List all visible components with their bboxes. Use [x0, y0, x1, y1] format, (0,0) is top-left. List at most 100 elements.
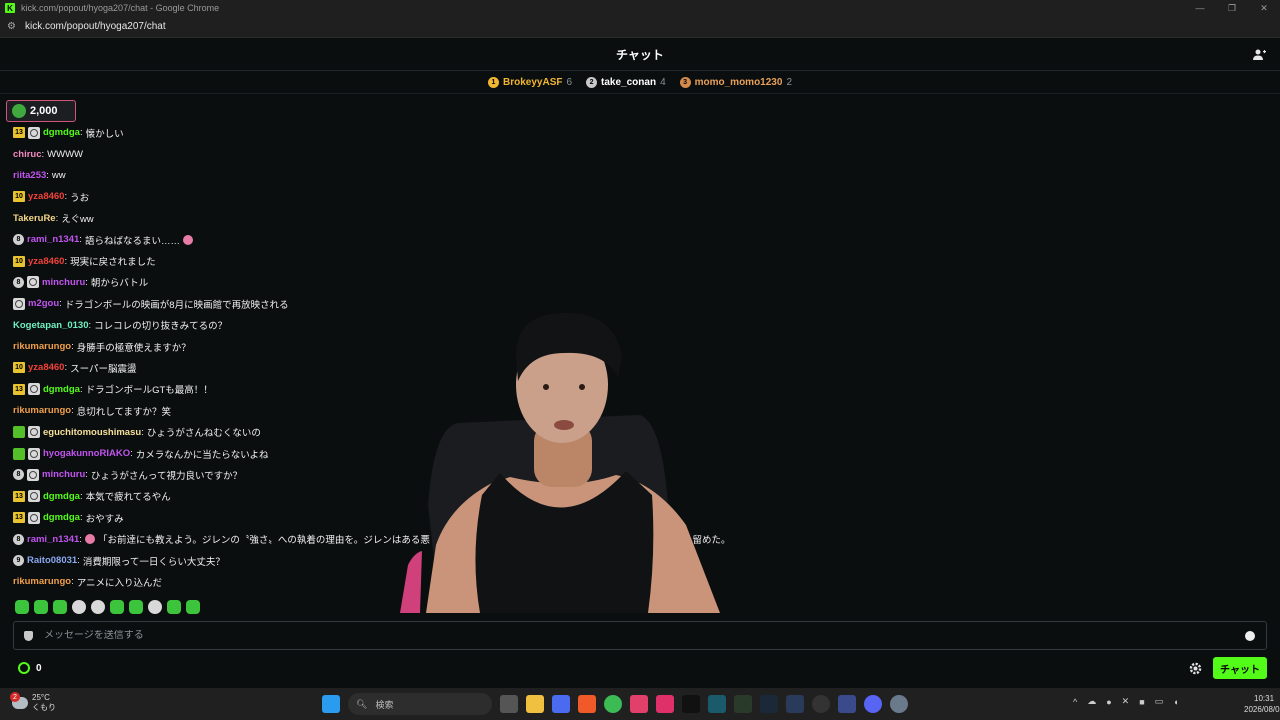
settings-icon[interactable]	[890, 695, 908, 713]
file-explorer-icon[interactable]	[526, 695, 544, 713]
chat-username[interactable]: rami_n1341	[27, 534, 79, 545]
app-icon[interactable]	[838, 695, 856, 713]
user-list-icon[interactable]	[1253, 48, 1266, 61]
username-separator: :	[71, 576, 74, 588]
chat-username[interactable]: yza8460	[28, 191, 64, 202]
emote-icon[interactable]	[110, 600, 124, 614]
app-icon[interactable]	[708, 695, 726, 713]
search-icon: 🔍︎	[356, 698, 368, 709]
chat-username[interactable]: minchuru	[42, 277, 85, 288]
cloud-icon: 2	[10, 692, 28, 709]
streamer-overlay-image	[400, 312, 720, 613]
taskbar-search[interactable]: 🔍︎ 検索	[348, 693, 492, 715]
app-icon[interactable]	[552, 695, 570, 713]
chat-message: TakeruRe: えぐww	[13, 208, 1263, 229]
emote-icon[interactable]	[167, 600, 181, 614]
restore-icon[interactable]: ❐	[1216, 0, 1248, 16]
weather-temp: 25°C	[32, 693, 50, 702]
chat-message: 8 rami_n1341: 語らねばなるまい……	[13, 229, 1263, 250]
windows-taskbar: 2 25°C くもり 🔍︎ 検索 ^ ☁ ● ✕ ■ ▭ ◖ 10:31 202…	[0, 688, 1280, 720]
chat-message: 10 yza8460: 現実に戻されました	[13, 250, 1263, 271]
chat-message-input[interactable]	[44, 630, 1245, 641]
emote-icon[interactable]	[148, 600, 162, 614]
steam-icon[interactable]	[760, 695, 778, 713]
chat-message-text: アニメに入り込んだ	[76, 577, 163, 589]
top-gifter[interactable]: 2 take_conan 4	[586, 77, 666, 88]
brave-browser-icon[interactable]	[578, 695, 596, 713]
address-bar[interactable]: ⚙ kick.com/popout/hyoga207/chat	[0, 16, 1280, 38]
chat-username[interactable]: rikumarungo	[13, 576, 71, 587]
site-info-icon[interactable]: ⚙	[7, 21, 21, 32]
chat-username[interactable]: yza8460	[28, 256, 64, 267]
chat-message-text: 「お前達にも教えよう。ジレンの〝強さ〟への執着の理由を。ジレンはある悪	[97, 535, 430, 547]
network-icon[interactable]: ▭	[1155, 696, 1164, 707]
chat-username[interactable]: rikumarungo	[13, 341, 71, 352]
app-icon[interactable]	[786, 695, 804, 713]
discord-icon[interactable]	[864, 695, 882, 713]
gifter-badge-icon: 8	[13, 276, 24, 288]
username-separator: :	[64, 191, 68, 203]
emote-icon[interactable]	[15, 600, 29, 614]
chat-username[interactable]: hyogakunnoRIAKO	[43, 448, 130, 459]
chat-composer[interactable]	[13, 621, 1267, 650]
send-chat-button[interactable]: チャット	[1213, 657, 1267, 679]
chat-message-text: 身勝手の極意使えますか？	[76, 342, 191, 354]
chat-username[interactable]: dgmdga	[43, 384, 80, 395]
chat-username[interactable]: rami_n1341	[27, 234, 79, 245]
chat-username[interactable]: rikumarungo	[13, 405, 71, 416]
chat-username[interactable]: Kogetapan_0130	[13, 320, 89, 331]
emote-icon[interactable]	[129, 600, 143, 614]
chat-username[interactable]: m2gou	[28, 298, 59, 309]
chat-username[interactable]: Raito08031	[27, 555, 77, 566]
notification-badge: 2	[10, 692, 20, 702]
volume-icon[interactable]: ◖	[1173, 697, 1178, 707]
og-badge-icon	[28, 447, 40, 460]
chat-username[interactable]: riita253	[13, 170, 46, 181]
top-gifter[interactable]: 1 BrokeyyASF 6	[488, 77, 572, 88]
chat-username[interactable]: dgmdga	[43, 127, 80, 138]
clock-time: 10:31	[1254, 694, 1275, 703]
emoji-picker-icon[interactable]	[1245, 630, 1255, 641]
app-tray-icon[interactable]: ■	[1139, 697, 1144, 707]
pinned-goal[interactable]: 2,000	[6, 100, 76, 122]
obs-icon[interactable]	[812, 695, 830, 713]
minimize-icon[interactable]: —	[1184, 0, 1216, 16]
chat-username[interactable]: chiruc	[13, 149, 42, 160]
chat-username[interactable]: minchuru	[42, 469, 85, 480]
gifter-name[interactable]: take_conan	[601, 77, 656, 88]
weather-widget[interactable]: 2 25°C くもり	[10, 692, 56, 713]
system-clock[interactable]: 10:31 2026/08/03	[1244, 693, 1280, 715]
chat-username[interactable]: TakeruRe	[13, 213, 56, 224]
shield-icon[interactable]	[24, 630, 33, 641]
terminal-icon[interactable]	[682, 695, 700, 713]
gear-icon[interactable]	[1189, 662, 1202, 675]
windows-start-icon[interactable]	[322, 695, 340, 713]
emote-icon[interactable]	[91, 600, 105, 614]
task-view-icon[interactable]	[500, 695, 518, 713]
chat-username[interactable]: dgmdga	[43, 512, 80, 523]
gifter-name[interactable]: BrokeyyASF	[503, 77, 562, 88]
chrome-icon[interactable]	[604, 695, 622, 713]
gifter-name[interactable]: momo_momo1230	[695, 77, 783, 88]
emote-icon[interactable]	[72, 600, 86, 614]
app-icon[interactable]	[630, 695, 648, 713]
microphone-icon[interactable]: ●	[1106, 697, 1111, 707]
moderator-badge-icon	[13, 447, 25, 460]
emote-icon[interactable]	[53, 600, 67, 614]
app-icon[interactable]	[734, 695, 752, 713]
channel-points[interactable]: 0	[18, 662, 42, 674]
tiktok-icon[interactable]	[656, 695, 674, 713]
emote-icon[interactable]	[186, 600, 200, 614]
chat-username[interactable]: eguchitomoushimasu	[43, 427, 141, 438]
chat-username[interactable]: yza8460	[28, 362, 64, 373]
chat-username[interactable]: dgmdga	[43, 491, 80, 502]
cloud-sync-icon[interactable]: ☁	[1087, 696, 1096, 707]
close-icon[interactable]: ✕	[1122, 696, 1130, 707]
top-gifter[interactable]: 3 momo_momo1230 2	[679, 77, 792, 88]
close-icon[interactable]: ✕	[1248, 0, 1280, 16]
username-separator: :	[79, 127, 83, 139]
emote-icon[interactable]	[34, 600, 48, 614]
url-text[interactable]: kick.com/popout/hyoga207/chat	[25, 21, 166, 32]
chat-message-text: ひょうがさんって視力良いですか？	[90, 470, 243, 482]
chevron-up-icon[interactable]: ^	[1073, 697, 1077, 707]
